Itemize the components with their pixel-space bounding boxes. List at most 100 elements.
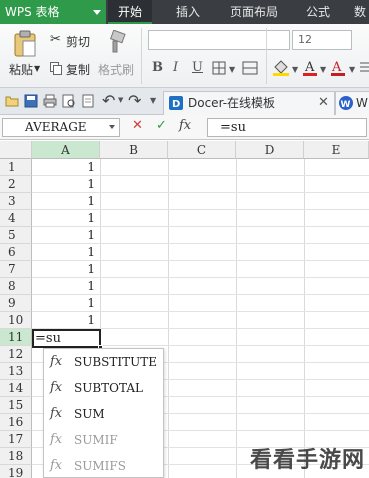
tab-formulas[interactable]: 公式 [306, 0, 330, 24]
function-icon: fx [50, 380, 63, 395]
paste-dropdown-icon[interactable]: ▼ [34, 64, 40, 73]
insert-function-icon[interactable]: fx [179, 118, 191, 133]
row-header[interactable]: 8 [0, 278, 32, 295]
row-header[interactable]: 11 [0, 329, 32, 346]
formula-input[interactable]: =su [207, 118, 367, 137]
row-header[interactable]: 6 [0, 244, 32, 261]
column-header-d[interactable]: D [236, 141, 304, 159]
row-header[interactable]: 2 [0, 176, 32, 193]
print-preview-icon[interactable] [62, 94, 76, 108]
column-header-c[interactable]: C [168, 141, 236, 159]
chevron-down-icon [93, 10, 101, 15]
autocomplete-item-sumif[interactable]: fx SUMIF [44, 427, 163, 453]
cell-a9[interactable]: 1 [33, 295, 99, 312]
spreadsheet-grid[interactable]: A B C D E 1 1 2 1 3 1 4 1 5 1 6 1 7 1 8 1 9 1 10 1 11 12 13 14 1… [0, 141, 369, 478]
tab-page-layout[interactable]: 页面布局 [230, 0, 278, 24]
row-header[interactable]: 5 [0, 227, 32, 244]
undo-icon[interactable]: ↶ [102, 91, 115, 110]
autocomplete-item-sum[interactable]: fx SUM [44, 401, 163, 427]
autocomplete-item-subtotal[interactable]: fx SUBTOTAL [44, 375, 163, 401]
fill-color-icon[interactable] [272, 60, 290, 76]
formula-bar: AVERAGE ✕ ✓ fx =su [0, 115, 369, 140]
underline-button[interactable]: U [192, 60, 203, 75]
column-header-a[interactable]: A [32, 141, 100, 159]
font-size-input[interactable]: 12 [292, 30, 352, 50]
column-header-e[interactable]: E [304, 141, 369, 159]
doc-tab-label: W [356, 96, 368, 110]
redo-icon[interactable]: ↷ [128, 91, 141, 110]
cell-a7[interactable]: 1 [33, 261, 99, 278]
save-icon[interactable] [24, 94, 38, 108]
row-header[interactable]: 9 [0, 295, 32, 312]
copy-button[interactable]: 复制 [66, 61, 90, 78]
fill-color-dropdown-icon[interactable]: ▼ [292, 65, 298, 74]
row-header[interactable]: 17 [0, 431, 32, 448]
row-header[interactable]: 14 [0, 380, 32, 397]
font-color-icon[interactable]: A [330, 59, 348, 77]
column-header-b[interactable]: B [100, 141, 168, 159]
name-box[interactable]: AVERAGE [2, 118, 120, 137]
open-folder-icon[interactable] [5, 94, 19, 108]
row-header[interactable]: 16 [0, 414, 32, 431]
scissors-icon[interactable]: ✂ [50, 32, 61, 47]
cancel-icon[interactable]: ✕ [132, 118, 143, 133]
svg-text:A: A [304, 60, 315, 75]
italic-button[interactable]: I [173, 60, 178, 75]
divider [141, 28, 142, 84]
export-pdf-icon[interactable] [81, 94, 95, 108]
font-color-icon[interactable]: A [302, 59, 318, 77]
cell-a3[interactable]: 1 [33, 193, 99, 210]
row-header[interactable]: 10 [0, 312, 32, 329]
cell-a8[interactable]: 1 [33, 278, 99, 295]
cell-a6[interactable]: 1 [33, 244, 99, 261]
cell-a2[interactable]: 1 [33, 176, 99, 193]
cell-a4[interactable]: 1 [33, 210, 99, 227]
row-header[interactable]: 7 [0, 261, 32, 278]
svg-text:W: W [341, 100, 351, 110]
font-color-dropdown-icon[interactable]: ▼ [349, 65, 355, 74]
font-name-input[interactable] [148, 30, 290, 50]
format-painter-button[interactable]: 格式刷 [98, 61, 134, 78]
cut-button[interactable]: 剪切 [66, 33, 90, 50]
print-icon[interactable] [43, 94, 57, 108]
font-color-dropdown-icon[interactable]: ▼ [320, 65, 326, 74]
row-header[interactable]: 13 [0, 363, 32, 380]
customize-toolbar-icon[interactable]: ▼ [150, 96, 156, 105]
tab-insert[interactable]: 插入 [176, 0, 200, 24]
merge-cells-icon[interactable] [242, 61, 258, 75]
row-header[interactable]: 15 [0, 397, 32, 414]
format-painter-icon[interactable] [104, 30, 128, 54]
align-icon[interactable] [360, 60, 369, 74]
autocomplete-item-substitute[interactable]: fx SUBSTITUTE [44, 349, 163, 375]
row-header[interactable]: 4 [0, 210, 32, 227]
row-header[interactable]: 3 [0, 193, 32, 210]
doc-tab-next[interactable]: W W [335, 91, 369, 115]
chevron-down-icon[interactable] [109, 125, 115, 129]
borders-icon[interactable] [212, 61, 226, 75]
doc-tab-docer[interactable]: D Docer-在线模板 ✕ [163, 91, 335, 115]
undo-dropdown-icon[interactable]: ▼ [118, 96, 123, 104]
row-header[interactable]: 1 [0, 159, 32, 176]
row-header[interactable]: 19 [0, 465, 32, 478]
cell-a1[interactable]: 1 [33, 159, 99, 176]
active-cell-a11[interactable]: =su [32, 329, 103, 350]
bold-button[interactable]: B [152, 60, 163, 75]
app-button-label: WPS 表格 [5, 5, 60, 19]
wps-app-button[interactable]: WPS 表格 [0, 0, 106, 24]
select-all-corner[interactable] [0, 141, 32, 159]
row-header[interactable]: 18 [0, 448, 32, 465]
cell-a10[interactable]: 1 [33, 312, 99, 329]
autocomplete-item-sumifs[interactable]: fx SUMIFS [44, 453, 163, 477]
svg-text:A: A [331, 60, 342, 75]
clipboard-icon[interactable] [12, 30, 38, 58]
close-icon[interactable]: ✕ [318, 92, 329, 114]
paste-button[interactable]: 粘贴 [9, 61, 33, 78]
borders-dropdown-icon[interactable]: ▼ [229, 65, 235, 74]
tab-data[interactable]: 数 [354, 0, 366, 24]
confirm-icon[interactable]: ✓ [156, 118, 167, 133]
tab-home[interactable]: 开始 [108, 0, 153, 24]
cell-a5[interactable]: 1 [33, 227, 99, 244]
row-header[interactable]: 12 [0, 346, 32, 363]
function-icon: fx [50, 458, 63, 473]
copy-icon[interactable] [50, 62, 62, 75]
